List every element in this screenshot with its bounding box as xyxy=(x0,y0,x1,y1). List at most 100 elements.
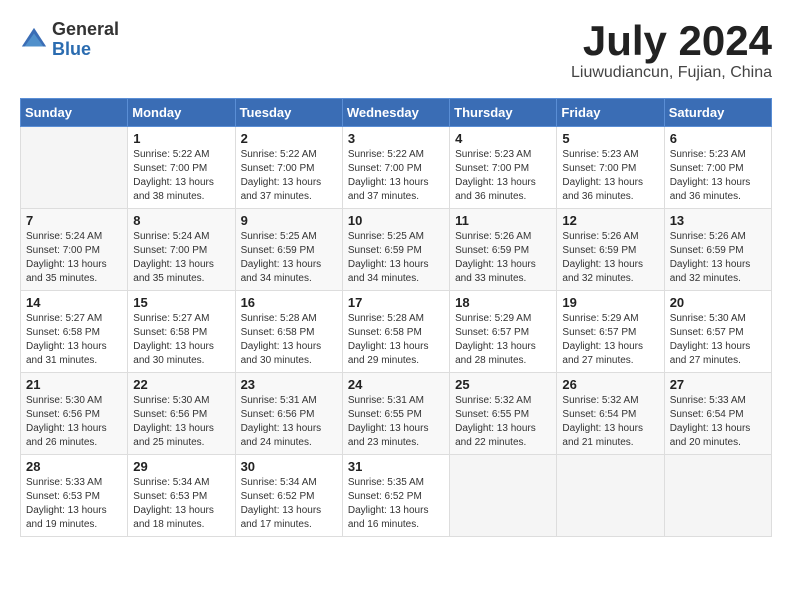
weekday-header-sunday: Sunday xyxy=(21,99,128,127)
calendar-cell xyxy=(21,127,128,209)
cell-info: Sunrise: 5:35 AM Sunset: 6:52 PM Dayligh… xyxy=(348,476,444,532)
cell-info: Sunrise: 5:27 AM Sunset: 6:58 PM Dayligh… xyxy=(133,312,229,368)
calendar-cell: 21Sunrise: 5:30 AM Sunset: 6:56 PM Dayli… xyxy=(21,373,128,455)
calendar-cell: 14 Sunrise: 5:27 AM Sunset: 6:58 PM Dayli… xyxy=(21,291,128,373)
cell-info: Sunrise: 5:31 AM Sunset: 6:55 PM Dayligh… xyxy=(348,394,444,450)
cell-info: Sunrise: 5:32 AM Sunset: 6:55 PM Dayligh… xyxy=(455,394,551,450)
day-number: 26 xyxy=(562,377,658,392)
cell-info: Sunrise: 5:32 AM Sunset: 6:54 PM Dayligh… xyxy=(562,394,658,450)
weekday-header-thursday: Thursday xyxy=(450,99,557,127)
calendar-cell: 26 Sunrise: 5:32 AM Sunset: 6:54 PM Dayli… xyxy=(557,373,664,455)
day-number: 7 xyxy=(26,213,122,228)
day-number: 13 xyxy=(670,213,766,228)
day-number: 14 xyxy=(26,295,122,310)
logo-blue: Blue xyxy=(52,40,119,60)
day-number: 30 xyxy=(241,459,337,474)
calendar-table: SundayMondayTuesdayWednesdayThursdayFrid… xyxy=(20,98,772,537)
title-section: July 2024 Liuwudiancun, Fujian, China xyxy=(571,20,772,82)
day-number: 27 xyxy=(670,377,766,392)
calendar-cell: 20Sunrise: 5:30 AM Sunset: 6:57 PM Dayli… xyxy=(664,291,771,373)
calendar-week-row: 14 Sunrise: 5:27 AM Sunset: 6:58 PM Dayli… xyxy=(21,291,772,373)
calendar-cell xyxy=(557,455,664,537)
calendar-cell: 22Sunrise: 5:30 AM Sunset: 6:56 PM Dayli… xyxy=(128,373,235,455)
day-number: 5 xyxy=(562,131,658,146)
day-number: 24 xyxy=(348,377,444,392)
calendar-cell: 10 Sunrise: 5:25 AM Sunset: 6:59 PM Dayli… xyxy=(342,209,449,291)
page-header: General Blue July 2024 Liuwudiancun, Fuj… xyxy=(20,20,772,82)
day-number: 2 xyxy=(241,131,337,146)
logo-icon xyxy=(20,26,48,54)
day-number: 4 xyxy=(455,131,551,146)
day-number: 1 xyxy=(133,131,229,146)
cell-info: Sunrise: 5:25 AM Sunset: 6:59 PM Dayligh… xyxy=(241,230,337,286)
cell-info: Sunrise: 5:33 AM Sunset: 6:54 PM Dayligh… xyxy=(670,394,766,450)
cell-info: Sunrise: 5:34 AM Sunset: 6:52 PM Dayligh… xyxy=(241,476,337,532)
cell-info: Sunrise: 5:22 AM Sunset: 7:00 PM Dayligh… xyxy=(241,148,337,204)
cell-info: Sunrise: 5:24 AM Sunset: 7:00 PM Dayligh… xyxy=(133,230,229,286)
day-number: 8 xyxy=(133,213,229,228)
cell-info: Sunrise: 5:31 AM Sunset: 6:56 PM Dayligh… xyxy=(241,394,337,450)
day-number: 28 xyxy=(26,459,122,474)
day-number: 16 xyxy=(241,295,337,310)
logo-general: General xyxy=(52,20,119,40)
cell-info: Sunrise: 5:33 AM Sunset: 6:53 PM Dayligh… xyxy=(26,476,122,532)
calendar-cell: 30 Sunrise: 5:34 AM Sunset: 6:52 PM Dayli… xyxy=(235,455,342,537)
calendar-header-row: SundayMondayTuesdayWednesdayThursdayFrid… xyxy=(21,99,772,127)
cell-info: Sunrise: 5:23 AM Sunset: 7:00 PM Dayligh… xyxy=(455,148,551,204)
day-number: 18 xyxy=(455,295,551,310)
day-number: 17 xyxy=(348,295,444,310)
calendar-cell: 4 Sunrise: 5:23 AM Sunset: 7:00 PM Daylig… xyxy=(450,127,557,209)
calendar-cell: 19Sunrise: 5:29 AM Sunset: 6:57 PM Dayli… xyxy=(557,291,664,373)
calendar-cell: 24 Sunrise: 5:31 AM Sunset: 6:55 PM Dayli… xyxy=(342,373,449,455)
logo: General Blue xyxy=(20,20,119,60)
calendar-week-row: 21Sunrise: 5:30 AM Sunset: 6:56 PM Dayli… xyxy=(21,373,772,455)
weekday-header-saturday: Saturday xyxy=(664,99,771,127)
calendar-cell: 9 Sunrise: 5:25 AM Sunset: 6:59 PM Daylig… xyxy=(235,209,342,291)
calendar-cell: 29 Sunrise: 5:34 AM Sunset: 6:53 PM Dayli… xyxy=(128,455,235,537)
weekday-header-monday: Monday xyxy=(128,99,235,127)
calendar-cell: 15Sunrise: 5:27 AM Sunset: 6:58 PM Dayli… xyxy=(128,291,235,373)
cell-info: Sunrise: 5:30 AM Sunset: 6:56 PM Dayligh… xyxy=(133,394,229,450)
calendar-cell: 23 Sunrise: 5:31 AM Sunset: 6:56 PM Dayli… xyxy=(235,373,342,455)
calendar-cell: 3 Sunrise: 5:22 AM Sunset: 7:00 PM Daylig… xyxy=(342,127,449,209)
cell-info: Sunrise: 5:34 AM Sunset: 6:53 PM Dayligh… xyxy=(133,476,229,532)
calendar-cell: 5 Sunrise: 5:23 AM Sunset: 7:00 PM Daylig… xyxy=(557,127,664,209)
day-number: 9 xyxy=(241,213,337,228)
calendar-week-row: 7 Sunrise: 5:24 AM Sunset: 7:00 PM Daylig… xyxy=(21,209,772,291)
day-number: 11 xyxy=(455,213,551,228)
weekday-header-friday: Friday xyxy=(557,99,664,127)
day-number: 25 xyxy=(455,377,551,392)
day-number: 31 xyxy=(348,459,444,474)
calendar-cell: 16 Sunrise: 5:28 AM Sunset: 6:58 PM Dayli… xyxy=(235,291,342,373)
cell-info: Sunrise: 5:23 AM Sunset: 7:00 PM Dayligh… xyxy=(670,148,766,204)
calendar-cell: 17 Sunrise: 5:28 AM Sunset: 6:58 PM Dayli… xyxy=(342,291,449,373)
day-number: 3 xyxy=(348,131,444,146)
cell-info: Sunrise: 5:25 AM Sunset: 6:59 PM Dayligh… xyxy=(348,230,444,286)
calendar-cell: 27 Sunrise: 5:33 AM Sunset: 6:54 PM Dayli… xyxy=(664,373,771,455)
calendar-cell: 31 Sunrise: 5:35 AM Sunset: 6:52 PM Dayli… xyxy=(342,455,449,537)
cell-info: Sunrise: 5:29 AM Sunset: 6:57 PM Dayligh… xyxy=(562,312,658,368)
cell-info: Sunrise: 5:24 AM Sunset: 7:00 PM Dayligh… xyxy=(26,230,122,286)
day-number: 6 xyxy=(670,131,766,146)
cell-info: Sunrise: 5:27 AM Sunset: 6:58 PM Dayligh… xyxy=(26,312,122,368)
cell-info: Sunrise: 5:26 AM Sunset: 6:59 PM Dayligh… xyxy=(455,230,551,286)
cell-info: Sunrise: 5:23 AM Sunset: 7:00 PM Dayligh… xyxy=(562,148,658,204)
location: Liuwudiancun, Fujian, China xyxy=(571,64,772,82)
day-number: 23 xyxy=(241,377,337,392)
day-number: 10 xyxy=(348,213,444,228)
calendar-cell: 25 Sunrise: 5:32 AM Sunset: 6:55 PM Dayli… xyxy=(450,373,557,455)
calendar-cell xyxy=(664,455,771,537)
day-number: 29 xyxy=(133,459,229,474)
weekday-header-wednesday: Wednesday xyxy=(342,99,449,127)
cell-info: Sunrise: 5:28 AM Sunset: 6:58 PM Dayligh… xyxy=(241,312,337,368)
cell-info: Sunrise: 5:28 AM Sunset: 6:58 PM Dayligh… xyxy=(348,312,444,368)
calendar-cell: 13Sunrise: 5:26 AM Sunset: 6:59 PM Dayli… xyxy=(664,209,771,291)
calendar-week-row: 28 Sunrise: 5:33 AM Sunset: 6:53 PM Dayli… xyxy=(21,455,772,537)
calendar-cell: 8 Sunrise: 5:24 AM Sunset: 7:00 PM Daylig… xyxy=(128,209,235,291)
day-number: 12 xyxy=(562,213,658,228)
cell-info: Sunrise: 5:22 AM Sunset: 7:00 PM Dayligh… xyxy=(133,148,229,204)
calendar-cell: 28 Sunrise: 5:33 AM Sunset: 6:53 PM Dayli… xyxy=(21,455,128,537)
cell-info: Sunrise: 5:22 AM Sunset: 7:00 PM Dayligh… xyxy=(348,148,444,204)
calendar-cell xyxy=(450,455,557,537)
calendar-cell: 11 Sunrise: 5:26 AM Sunset: 6:59 PM Dayli… xyxy=(450,209,557,291)
